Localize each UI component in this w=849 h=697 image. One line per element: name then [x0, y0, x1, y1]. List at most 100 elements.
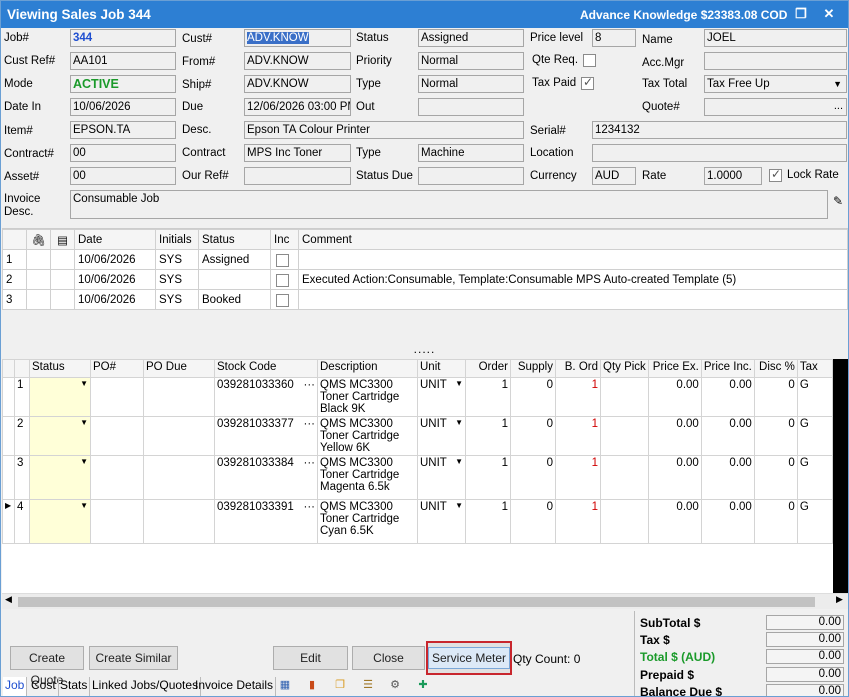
edit-notes-icon[interactable]: ✎	[833, 194, 848, 209]
priority-field[interactable]: Normal	[418, 52, 524, 70]
line-stock-code-cell[interactable]: 039281033391 ···	[214, 499, 318, 544]
status-due-field[interactable]	[418, 167, 524, 185]
edit-button[interactable]: Edit	[273, 646, 348, 670]
line-order[interactable]: 1	[465, 377, 511, 417]
row-selector[interactable]: ▶	[2, 499, 15, 544]
horizontal-scrollbar[interactable]: ◀ ▶	[2, 593, 848, 609]
location-field[interactable]	[592, 144, 847, 162]
create-similar-button[interactable]: Create Similar	[89, 646, 178, 670]
scroll-right-icon[interactable]: ▶	[836, 594, 843, 605]
history-inc-header[interactable]: Inc	[270, 229, 299, 250]
line-disc[interactable]: 0	[753, 377, 798, 417]
report-icon[interactable]: ▦	[277, 677, 293, 694]
cust-field[interactable]: ADV.KNOW	[244, 29, 351, 47]
row-selector[interactable]	[2, 416, 15, 456]
history-inc-checkbox[interactable]	[276, 253, 289, 267]
acc-mgr-field[interactable]	[704, 52, 847, 70]
paperclip-icon[interactable]: 🖇	[26, 229, 51, 250]
line-disc[interactable]: 0	[753, 455, 798, 500]
type2-field[interactable]: Machine	[418, 144, 524, 162]
line-price-inc[interactable]: 0.00	[700, 455, 755, 500]
panel-splitter[interactable]: .....	[1, 343, 848, 357]
line-order[interactable]: 1	[465, 416, 511, 456]
line-supply[interactable]: 0	[510, 499, 556, 544]
our-ref-field[interactable]	[244, 167, 351, 185]
line-price-ex[interactable]: 0.00	[647, 455, 702, 500]
status-field[interactable]: Assigned	[418, 29, 524, 47]
invoice-desc-field[interactable]: Consumable Job	[70, 190, 828, 219]
price-level-field[interactable]: 8	[592, 29, 636, 47]
qte-req-checkbox[interactable]	[583, 54, 596, 67]
line-order[interactable]: 1	[465, 499, 511, 544]
create-quote-button[interactable]: Create Quote	[10, 646, 84, 687]
service-meter-button[interactable]: Service Meter	[428, 647, 510, 669]
job-number-field[interactable]: 344	[70, 29, 176, 47]
stock-line-row[interactable]: 2 ▼ 039281033377 ··· QMS MC3300 Toner Car…	[2, 416, 834, 456]
ship-field[interactable]: ADV.KNOW	[244, 75, 351, 93]
history-row[interactable]: 2 10/06/2026 SYS Executed Action:Consuma…	[2, 269, 848, 290]
history-row[interactable]: 1 10/06/2026 SYS Assigned	[2, 249, 848, 270]
line-supply[interactable]: 0	[510, 455, 556, 500]
line-price-inc[interactable]: 0.00	[700, 377, 755, 417]
line-po-due[interactable]	[143, 455, 215, 500]
line-status-dropdown[interactable]: ▼	[29, 499, 91, 544]
line-po[interactable]	[90, 416, 144, 456]
line-price-ex[interactable]: 0.00	[647, 499, 702, 544]
lines-stock-code-header[interactable]: Stock Code	[214, 359, 318, 378]
tab-linked-jobs-quotes[interactable]: Linked Jobs/Quotes	[90, 677, 202, 696]
close-icon[interactable]: ✕	[819, 5, 839, 23]
line-unit-dropdown[interactable]: UNIT ▼	[417, 455, 466, 500]
history-comment-header[interactable]: Comment	[298, 229, 848, 250]
name-field[interactable]: JOEL	[704, 29, 847, 47]
serial-field[interactable]: 1234132	[592, 121, 847, 139]
tab-cost[interactable]: Cost	[29, 677, 59, 696]
lines-b-ord-header[interactable]: B. Ord	[555, 359, 601, 378]
scrollbar-thumb[interactable]	[18, 597, 815, 607]
line-unit-dropdown[interactable]: UNIT ▼	[417, 416, 466, 456]
line-qty-pick[interactable]	[600, 455, 649, 500]
scroll-left-icon[interactable]: ◀	[5, 594, 12, 605]
type-field[interactable]: Normal	[418, 75, 524, 93]
history-row[interactable]: 3 10/06/2026 SYS Booked	[2, 289, 848, 310]
lines-po-due-header[interactable]: PO Due	[143, 359, 215, 378]
close-button[interactable]: Close	[352, 646, 425, 670]
lines-disc-header[interactable]: Disc %	[753, 359, 798, 378]
tax-total-dropdown[interactable]: Tax Free Up ▼	[704, 75, 847, 93]
history-inc-checkbox[interactable]	[276, 293, 289, 307]
ellipsis-icon[interactable]: ···	[304, 457, 316, 469]
row-selector[interactable]	[2, 377, 15, 417]
lines-qty-pick-header[interactable]: Qty Pick	[600, 359, 649, 378]
ellipsis-icon[interactable]: ···	[304, 501, 316, 513]
document-settings-icon[interactable]: ⚙	[387, 677, 403, 694]
line-order[interactable]: 1	[465, 455, 511, 500]
line-po[interactable]	[90, 499, 144, 544]
line-supply[interactable]: 0	[510, 416, 556, 456]
contract-field[interactable]: MPS Inc Toner	[244, 144, 351, 162]
from-field[interactable]: ADV.KNOW	[244, 52, 351, 70]
note-icon[interactable]: ▤	[50, 229, 75, 250]
line-supply[interactable]: 0	[510, 377, 556, 417]
line-po-due[interactable]	[143, 499, 215, 544]
history-inc-checkbox[interactable]	[276, 273, 289, 287]
ellipsis-icon[interactable]: ···	[304, 379, 316, 391]
asset-field[interactable]: 00	[70, 167, 176, 185]
line-stock-code-cell[interactable]: 039281033377 ···	[214, 416, 318, 456]
tab-invoice-details[interactable]: Invoice Details	[193, 677, 277, 696]
clipboard-icon[interactable]: ▮	[304, 677, 320, 694]
line-price-ex[interactable]: 0.00	[647, 416, 702, 456]
line-status-dropdown[interactable]: ▼	[29, 455, 91, 500]
folders-icon[interactable]: ❐	[332, 677, 348, 694]
row-selector[interactable]	[2, 455, 15, 500]
line-po-due[interactable]	[143, 416, 215, 456]
line-status-dropdown[interactable]: ▼	[29, 377, 91, 417]
line-po-due[interactable]	[143, 377, 215, 417]
line-qty-pick[interactable]	[600, 416, 649, 456]
stock-line-row[interactable]: ▶ 4 ▼ 039281033391 ··· QMS MC3300 Toner C…	[2, 499, 834, 544]
lines-price-ex-header[interactable]: Price Ex.	[647, 359, 702, 378]
stock-line-row[interactable]: 3 ▼ 039281033384 ··· QMS MC3300 Toner Car…	[2, 455, 834, 500]
ellipsis-button[interactable]: ...	[834, 99, 843, 113]
lines-status-header[interactable]: Status	[29, 359, 91, 378]
history-status-header[interactable]: Status	[198, 229, 271, 250]
line-disc[interactable]: 0	[753, 416, 798, 456]
restore-icon[interactable]: ❐	[791, 5, 811, 23]
